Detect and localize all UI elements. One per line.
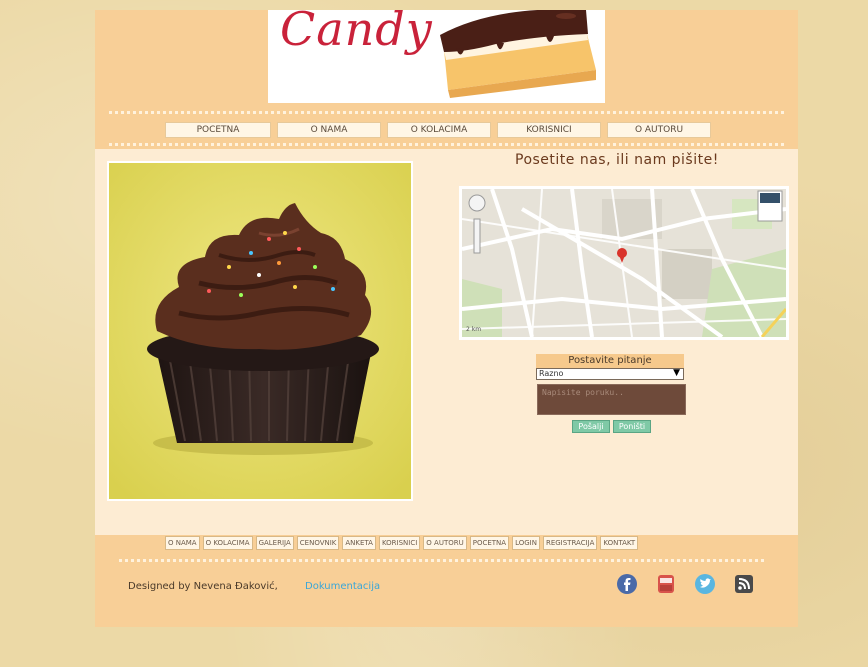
logo-text: Candy (280, 10, 433, 56)
main-nav: POCETNA O NAMA O KOLACIMA KORISNICI O AU… (165, 122, 711, 138)
footer-nav-korisnici[interactable]: KORISNICI (378, 536, 421, 550)
cake-icon (440, 10, 596, 98)
footer-nav-registracija[interactable]: REGISTRACIJA (542, 536, 598, 550)
rss-icon[interactable] (733, 573, 755, 595)
footer-nav-o-kolacima[interactable]: O KOLACIMA (202, 536, 253, 550)
chevron-down-icon: ▼ (673, 368, 680, 378)
facebook-icon[interactable] (616, 573, 638, 595)
cupcake-illustration (109, 163, 411, 499)
cupcake-image (107, 161, 413, 501)
youtube-icon[interactable] (655, 573, 677, 595)
designer-credit: Designed by Nevena Đaković, (128, 581, 278, 592)
nav-item-o-autoru[interactable]: O AUTORU (607, 122, 711, 138)
map-tiles: 2 km (462, 189, 786, 337)
footer-nav-anketa[interactable]: ANKETA (342, 536, 376, 550)
nav-divider (109, 143, 784, 146)
footer-nav-o-nama[interactable]: O NAMA (165, 536, 200, 550)
main-content: Posetite nas, ili nam pišite! 2 km Posta… (95, 149, 798, 535)
footer-nav-o-autoru[interactable]: O AUTORU (423, 536, 467, 550)
footer-nav-pocetna[interactable]: POCETNA (469, 536, 510, 550)
page-container: Candy POCETNA O NAMA O KOLACIMA KORISNIC… (95, 10, 798, 627)
header-divider (109, 111, 784, 114)
documentation-link[interactable]: Dokumentacija (305, 581, 380, 592)
svg-text:2 km: 2 km (466, 326, 481, 333)
footer-divider (119, 559, 764, 562)
footer-nav-login[interactable]: LOGIN (512, 536, 540, 550)
footer-nav-cenovnik[interactable]: CENOVNIK (296, 536, 340, 550)
twitter-icon[interactable] (694, 573, 716, 595)
message-textarea[interactable]: Napisite poruku.. (537, 384, 686, 415)
send-button[interactable]: Pošalji (572, 420, 610, 433)
nav-item-korisnici[interactable]: KORISNICI (497, 122, 601, 138)
reset-button[interactable]: Poništi (613, 420, 651, 433)
nav-item-o-kolacima[interactable]: O KOLACIMA (387, 122, 491, 138)
select-value: Razno (539, 369, 564, 378)
site-logo[interactable]: Candy (268, 10, 605, 103)
footer-nav-galerija[interactable]: GALERIJA (255, 536, 294, 550)
footer-nav-kontakt[interactable]: KONTAKT (600, 536, 639, 550)
nav-item-pocetna[interactable]: POCETNA (165, 122, 271, 138)
question-category-select[interactable]: Razno ▼ (536, 368, 684, 380)
question-form-title: Postavite pitanje (536, 354, 684, 368)
footer-nav: O NAMA O KOLACIMA GALERIJA CENOVNIK ANKE… (165, 536, 639, 550)
nav-item-o-nama[interactable]: O NAMA (277, 122, 381, 138)
page-headline: Posetite nas, ili nam pišite! (515, 152, 719, 168)
google-map[interactable]: 2 km (459, 186, 789, 340)
